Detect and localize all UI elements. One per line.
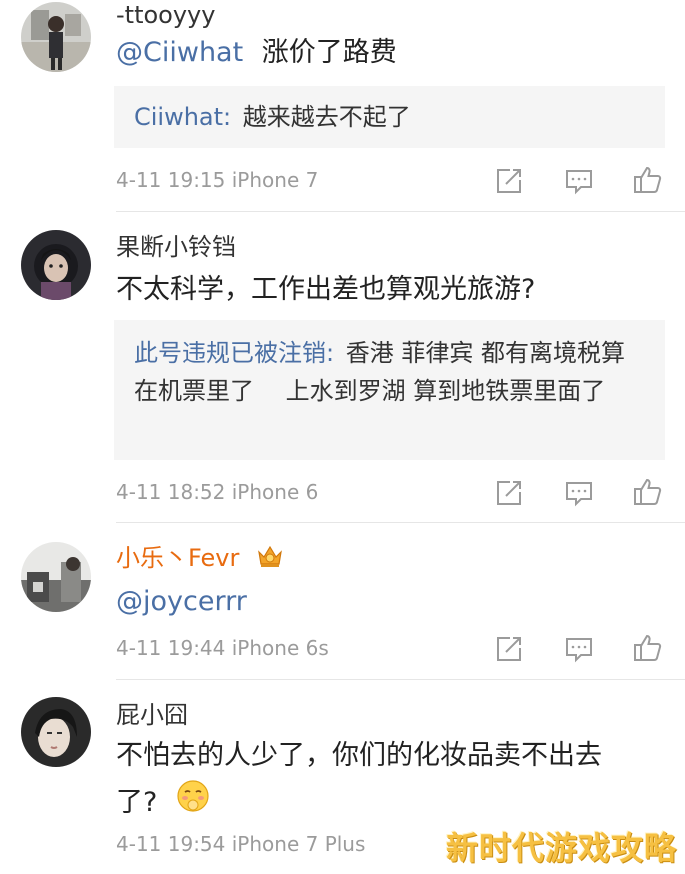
mention-link[interactable]: @joycerrr (116, 579, 636, 625)
comment-icon[interactable] (564, 166, 594, 196)
avatar[interactable] (21, 697, 91, 767)
comment-meta: 4-11 19:44 iPhone 6s (116, 636, 329, 660)
reply-body: 越来越去不起了 (242, 103, 411, 131)
divider (116, 211, 685, 212)
comment-text: @Ciiwhat 涨价了路费 (116, 30, 636, 76)
divider (116, 522, 685, 523)
reply-author[interactable]: 此号违规已被注销: (134, 339, 334, 367)
vip-crown-icon (257, 544, 283, 575)
username-label: 小乐丶Fevr (116, 544, 240, 572)
comment-meta: 4-11 18:52 iPhone 6 (116, 480, 319, 504)
reply-box[interactable]: Ciiwhat: 越来越去不起了 (114, 86, 665, 148)
reply-author[interactable]: Ciiwhat: (134, 103, 231, 131)
comment-icon[interactable] (564, 634, 594, 664)
comment-body: 涨价了路费 (261, 37, 397, 68)
comment-meta: 4-11 19:15 iPhone 7 (116, 168, 319, 192)
reply-text: 此号违规已被注销: 香港 菲律宾 都有离境税算在机票里了 上水到罗湖 算到地铁票… (134, 334, 644, 410)
share-icon[interactable] (494, 634, 524, 664)
reply-text: Ciiwhat: 越来越去不起了 (134, 98, 654, 136)
share-icon[interactable] (494, 166, 524, 196)
avatar[interactable] (21, 230, 91, 300)
avatar[interactable] (21, 2, 91, 72)
comment-text: 不太科学，工作出差也算观光旅游? (116, 274, 536, 305)
comment-text: 不怕去的人少了，你们的化妆品卖不出去了? (116, 733, 626, 828)
shy-emoji-icon (176, 779, 210, 828)
comment-meta: 4-11 19:54 iPhone 7 Plus (116, 832, 366, 856)
divider (116, 679, 685, 680)
mention-link[interactable]: @Ciiwhat (116, 37, 243, 68)
like-icon[interactable] (632, 164, 664, 196)
comment-icon[interactable] (564, 478, 594, 508)
username[interactable]: 果断小铃铛 (116, 232, 236, 262)
username[interactable]: -ttooyyy (116, 0, 215, 30)
like-icon[interactable] (632, 476, 664, 508)
like-icon[interactable] (632, 632, 664, 664)
username[interactable]: 屁小囧 (116, 700, 188, 730)
username[interactable]: 小乐丶Fevr (116, 543, 283, 575)
watermark: 新时代游戏攻略 (445, 829, 677, 867)
avatar[interactable] (21, 542, 91, 612)
reply-box[interactable]: 此号违规已被注销: 香港 菲律宾 都有离境税算在机票里了 上水到罗湖 算到地铁票… (114, 320, 665, 460)
share-icon[interactable] (494, 478, 524, 508)
